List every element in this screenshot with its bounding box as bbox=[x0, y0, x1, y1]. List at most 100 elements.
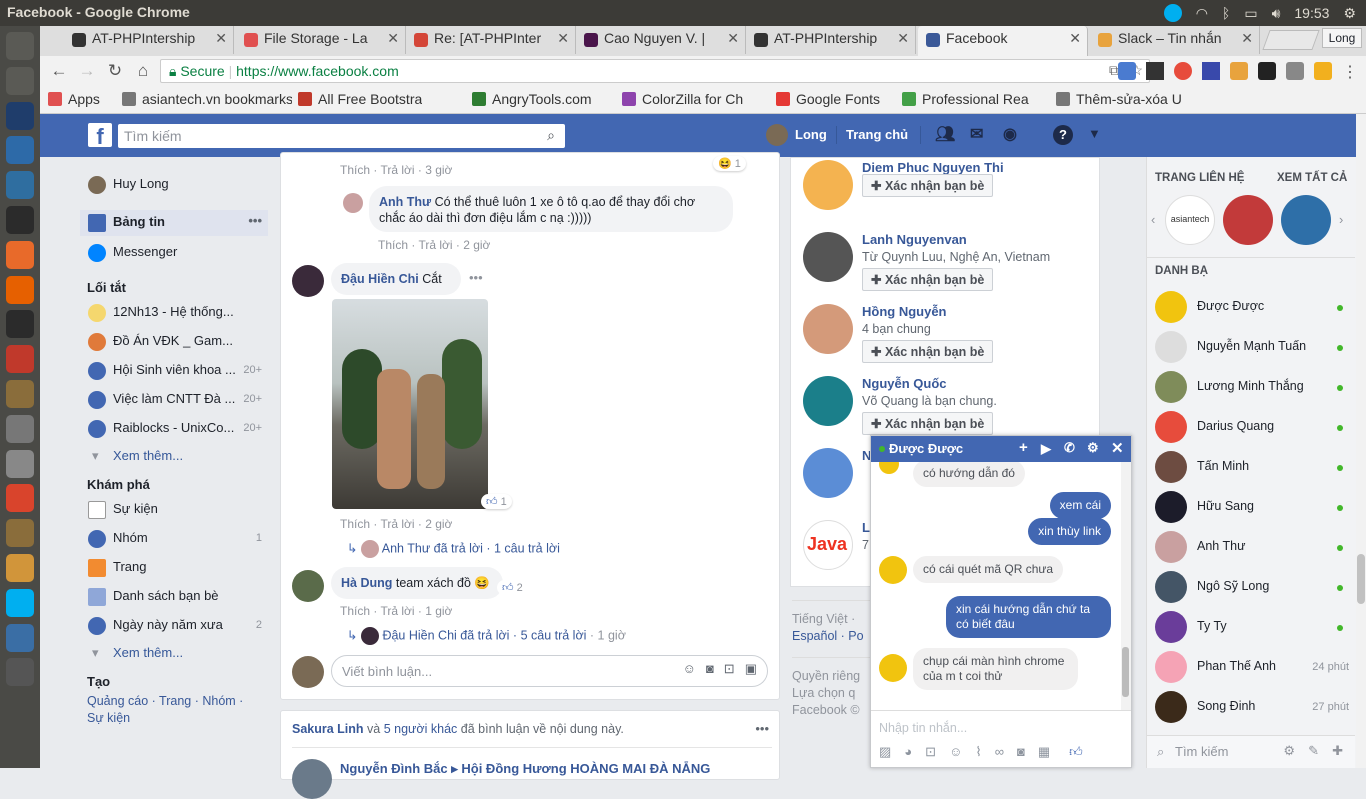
bookmark-item[interactable]: Thêm-sửa-xóa U bbox=[1056, 91, 1182, 107]
camera-icon[interactable]: ◙ bbox=[1017, 744, 1025, 760]
home-link[interactable]: Trang chủ bbox=[846, 127, 908, 142]
explore-item[interactable]: Trang bbox=[80, 555, 268, 581]
more-options-icon[interactable]: ••• bbox=[469, 270, 483, 285]
page-asiantech-avatar[interactable]: asiantech bbox=[1165, 195, 1215, 245]
sublime-icon[interactable] bbox=[6, 554, 34, 582]
shortcut-item[interactable]: 12Nh13 - Hệ thống... bbox=[80, 300, 268, 326]
contact-item[interactable]: Nguyễn Mạnh Tuấn bbox=[1155, 331, 1351, 371]
contact-item[interactable]: Được Được bbox=[1155, 291, 1351, 331]
shortcut-item[interactable]: Hội Sinh viên khoa ... 20+ bbox=[80, 358, 268, 384]
post-author[interactable]: Nguyễn Đình Bắc ▸ Hội Đồng Hương HOÀNG M… bbox=[340, 761, 710, 777]
see-more-explore[interactable]: ▾ Xem thêm... bbox=[80, 641, 268, 667]
comment-photo[interactable] bbox=[332, 299, 488, 509]
extension-qr-icon[interactable] bbox=[1146, 62, 1164, 80]
page-scrollbar[interactable] bbox=[1356, 114, 1366, 768]
files-icon[interactable] bbox=[6, 519, 34, 548]
reaction-count[interactable]: 😆 1 bbox=[713, 156, 746, 171]
page-avatar[interactable] bbox=[1223, 195, 1273, 245]
amazon-icon[interactable] bbox=[6, 310, 34, 339]
address-bar[interactable]: 🔒︎ Secure | https://www.facebook.com ☆ ⧉ bbox=[160, 59, 1150, 83]
add-person-icon[interactable]: + bbox=[1019, 439, 1028, 456]
see-all-link[interactable]: XEM TẤT CẢ bbox=[1277, 172, 1347, 184]
dash-icon[interactable] bbox=[6, 32, 34, 60]
tab-5[interactable]: AT-PHPIntership ✕ bbox=[746, 26, 916, 54]
trash-icon[interactable] bbox=[6, 658, 34, 687]
create-links[interactable]: Quảng cáo · Trang · Nhóm · bbox=[87, 694, 243, 708]
close-icon[interactable]: ✕ bbox=[557, 30, 569, 47]
contact-item[interactable]: Anh Thư bbox=[1155, 531, 1351, 571]
explore-item[interactable]: Danh sách bạn bè bbox=[80, 584, 268, 610]
table-icon[interactable]: ▦ bbox=[1038, 744, 1050, 760]
nav-messenger[interactable]: Messenger bbox=[80, 240, 268, 266]
chevron-right-icon[interactable]: › bbox=[1339, 212, 1343, 227]
contact-item[interactable]: Tấn Minh bbox=[1155, 451, 1351, 491]
create-event-link[interactable]: Sự kiện bbox=[87, 711, 130, 725]
battery-icon[interactable]: ▭ bbox=[1244, 5, 1257, 22]
facebook-logo-icon[interactable]: f bbox=[88, 123, 112, 149]
contact-item[interactable]: Ngô Sỹ Long bbox=[1155, 571, 1351, 611]
comment-actions[interactable]: Thích · Trả lời · 1 giờ bbox=[340, 604, 452, 618]
gear-icon[interactable]: ⚙ bbox=[1087, 440, 1099, 456]
contact-item[interactable]: Darius Quang bbox=[1155, 411, 1351, 451]
forward-icon[interactable]: → bbox=[76, 60, 98, 82]
back-icon[interactable]: ← bbox=[48, 60, 70, 82]
page-avatar[interactable] bbox=[1281, 195, 1331, 245]
monitor-icon[interactable] bbox=[6, 623, 34, 652]
bookmark-item[interactable]: asiantech.vn bookmarks bbox=[122, 91, 292, 107]
friend-request-name[interactable]: Hồng Nguyễn bbox=[862, 304, 947, 319]
skype-tray-icon[interactable] bbox=[1163, 4, 1182, 22]
more-options-icon[interactable]: ••• bbox=[755, 721, 769, 736]
new-tab-button[interactable] bbox=[1262, 30, 1320, 50]
replies-link[interactable]: ↳ Đậu Hiền Chi đã trả lời · 5 câu trả lờ… bbox=[347, 627, 626, 645]
comment-author[interactable]: Đậu Hiền Chi bbox=[341, 272, 419, 286]
contacts-search[interactable]: ⌕ Tìm kiếm ⚙ ✎ ✚ bbox=[1147, 735, 1355, 768]
more-options-icon[interactable]: ••• bbox=[248, 213, 262, 228]
replies-link[interactable]: ↳ Anh Thư đã trả lời · 1 câu trả lời bbox=[347, 540, 560, 558]
network-icon[interactable] bbox=[6, 171, 34, 200]
avatar[interactable] bbox=[292, 265, 324, 297]
close-icon[interactable]: ✕ bbox=[1069, 30, 1081, 47]
comment-author[interactable]: Anh Thư bbox=[379, 195, 431, 209]
photo-icon[interactable]: ▨ bbox=[879, 744, 891, 760]
avatar[interactable] bbox=[292, 759, 332, 799]
user-avatar[interactable] bbox=[766, 124, 788, 146]
close-icon[interactable]: ✕ bbox=[897, 30, 909, 47]
close-icon[interactable]: ✕ bbox=[1241, 30, 1253, 47]
extension-calendar-icon[interactable] bbox=[1202, 62, 1220, 80]
video-call-icon[interactable]: ▶ bbox=[1041, 441, 1051, 457]
chrome-menu-icon[interactable]: ⋮ bbox=[1342, 62, 1358, 82]
avatar[interactable] bbox=[803, 232, 853, 282]
confirm-friend-button[interactable]: ✚ Xác nhận bạn bè bbox=[862, 340, 994, 363]
notifications-globe-icon[interactable]: ◉ bbox=[1003, 124, 1017, 144]
nav-newsfeed[interactable]: Bảng tin ••• bbox=[80, 210, 268, 236]
sticker-icon[interactable]: ◕ bbox=[904, 744, 912, 760]
close-icon[interactable]: ✕ bbox=[387, 30, 399, 47]
help-icon[interactable]: ? bbox=[1053, 125, 1073, 145]
explore-item[interactable]: Nhóm 1 bbox=[80, 526, 268, 552]
avatar[interactable] bbox=[803, 160, 853, 210]
friend-request-name[interactable]: Nguyễn Quốc bbox=[862, 376, 947, 391]
avatar[interactable] bbox=[803, 304, 853, 354]
gif-icon[interactable]: ⊡ bbox=[925, 744, 936, 760]
gear-icon[interactable]: ⚙ bbox=[1343, 5, 1356, 22]
confirm-friend-button[interactable]: ✚ Xác nhận bạn bè bbox=[862, 412, 994, 435]
shortcut-item[interactable]: Việc làm CNTT Đà ... 20+ bbox=[80, 387, 268, 413]
extension-translate-icon[interactable] bbox=[1118, 62, 1136, 80]
text-editor-icon[interactable] bbox=[6, 136, 34, 165]
firefox-icon[interactable] bbox=[6, 275, 34, 304]
sticker-icon[interactable]: ▣ bbox=[745, 661, 757, 677]
comment-actions[interactable]: Thích · Trả lời · 3 giờ bbox=[340, 163, 452, 177]
close-icon[interactable]: ✕ bbox=[1111, 439, 1124, 457]
confirm-friend-button[interactable]: ✚ Xác nhận bạn bè bbox=[862, 268, 994, 291]
avatar[interactable] bbox=[803, 448, 853, 498]
phone-icon[interactable]: ✆ bbox=[1064, 440, 1075, 456]
camera-icon[interactable] bbox=[6, 66, 34, 95]
shortcut-item[interactable]: Raiblocks - UnixCo... 20+ bbox=[80, 416, 268, 442]
photoshop-icon[interactable] bbox=[6, 101, 34, 130]
emoji-icon[interactable]: ☺ bbox=[949, 744, 962, 760]
comment-actions[interactable]: Thích · Trả lời · 2 giờ bbox=[378, 238, 490, 252]
confirm-friend-button[interactable]: ✚ Xác nhận bạn bè bbox=[862, 174, 994, 197]
see-more-shortcuts[interactable]: ▾ Xem thêm... bbox=[80, 444, 268, 470]
new-message-icon[interactable]: ✎ bbox=[1308, 743, 1319, 759]
explore-item[interactable]: Sự kiện bbox=[80, 497, 268, 523]
